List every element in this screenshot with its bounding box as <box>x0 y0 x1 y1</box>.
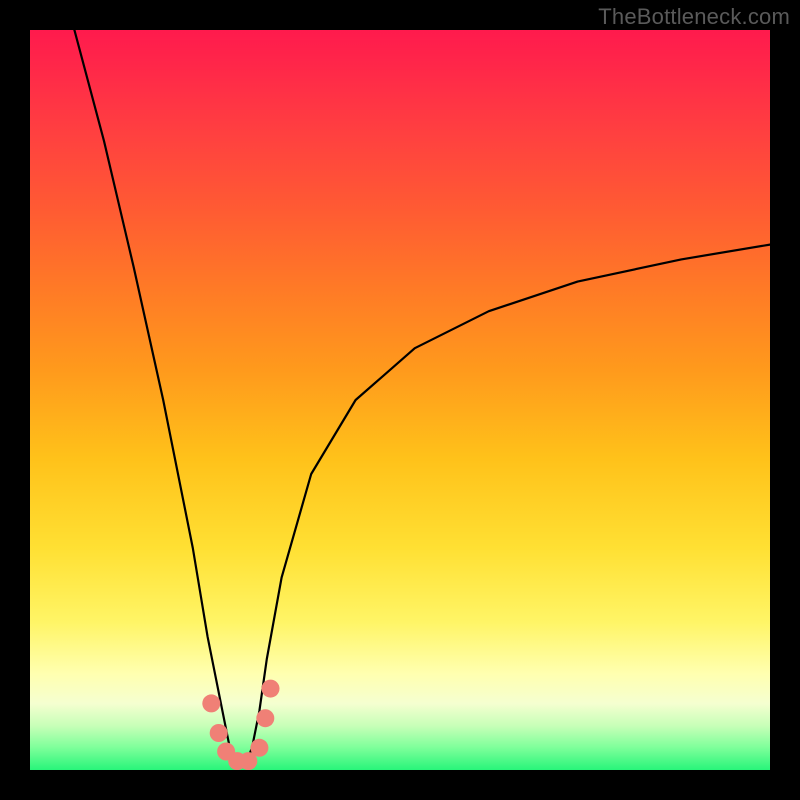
bottleneck-curve <box>74 30 770 766</box>
highlight-dot <box>262 680 280 698</box>
plot-area <box>30 30 770 770</box>
watermark-text: TheBottleneck.com <box>598 4 790 30</box>
chart-frame: TheBottleneck.com <box>0 0 800 800</box>
highlight-dot <box>202 694 220 712</box>
highlight-dot <box>210 724 228 742</box>
highlight-dots-group <box>202 680 279 770</box>
highlight-dot <box>256 709 274 727</box>
chart-svg <box>30 30 770 770</box>
highlight-dot <box>250 739 268 757</box>
